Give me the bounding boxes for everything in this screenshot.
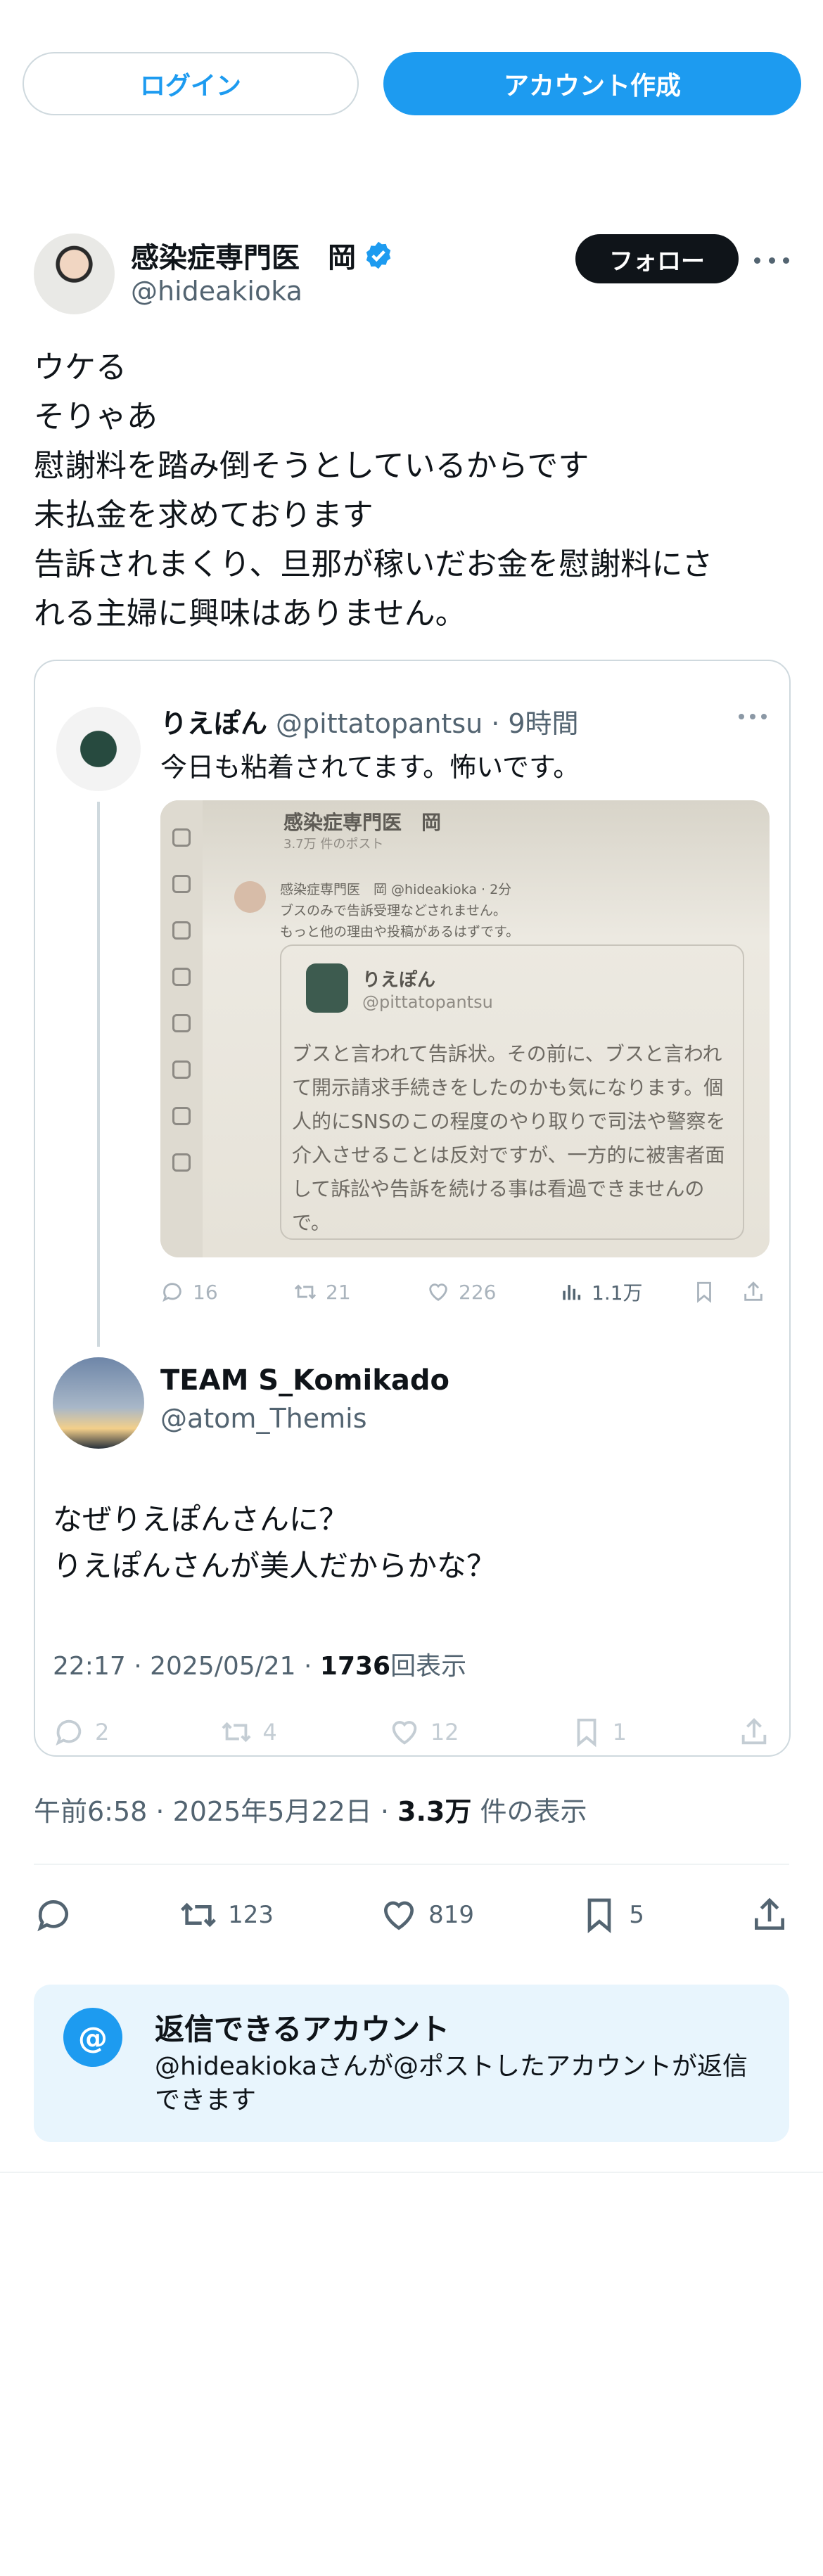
reply-icon	[37, 1900, 68, 1932]
quote2-share-icon[interactable]	[738, 1716, 770, 1748]
reply-button[interactable]	[34, 1895, 73, 1935]
image-line1: 感染症専門医 岡 @hideakioka · 2分	[280, 882, 512, 897]
quote2-reply-stat[interactable]: 2	[53, 1716, 109, 1748]
bookmark-icon	[577, 1718, 596, 1748]
quote2-author-name[interactable]: TEAM S_Komikado	[160, 1364, 449, 1397]
quote2-text: なぜりえぽんさんに？ りえぽんさんが美人だからかな？	[53, 1502, 497, 1583]
image-sidebar-icons	[160, 800, 203, 1257]
post-text: ウケる そりゃあ 慰謝料を踏み倒そうとしているからです 未払金を求めております …	[34, 350, 713, 632]
quote-author-handle[interactable]: @pittatopantsu	[276, 708, 483, 739]
create-account-button[interactable]: アカウント作成	[383, 52, 801, 115]
image-line3: もっと他の理由や投稿があるはずです。	[280, 924, 520, 940]
image-inner-name: りえぽん	[362, 970, 436, 991]
bookmark-count: 5	[629, 1901, 644, 1929]
follow-button[interactable]: フォロー	[575, 234, 739, 283]
views-icon	[563, 1285, 581, 1300]
quote2-author-avatar[interactable]	[53, 1357, 144, 1449]
quote-text: 今日も粘着されてます。怖いです。	[160, 752, 580, 783]
image-inner-avatar	[306, 963, 348, 1013]
heart-icon	[384, 1901, 414, 1930]
reply-icon	[162, 1283, 181, 1302]
quote2-time: 22:17 · 2025/05/21 ·	[53, 1652, 320, 1681]
image-inner-text: ブスと言われて告訴状。その前に、ブスと言われて開示請求手続きをしたのかも気になり…	[292, 1042, 726, 1234]
post-actions-row: 123 819 5	[34, 1890, 789, 1940]
retweet-icon	[294, 1284, 317, 1300]
login-button[interactable]: ログイン	[23, 52, 359, 115]
verified-badge-icon	[366, 241, 391, 269]
retweet-icon	[181, 1902, 217, 1928]
quote2-views-count: 1736	[319, 1652, 391, 1681]
bottom-divider	[0, 2172, 823, 2173]
quote2-retweet-stat[interactable]: 4	[220, 1716, 277, 1748]
heart-icon	[392, 1721, 417, 1745]
quote-time: · 9時間	[491, 708, 579, 739]
retweet-count: 123	[228, 1901, 274, 1929]
quote-retweet-stat[interactable]: 21	[293, 1280, 405, 1304]
quote-author-name[interactable]: りえぽん	[160, 702, 267, 741]
image-line2: ブスのみで告訴受理などされません。	[280, 903, 506, 918]
quote-stats-row: 16 21 226 1.1万	[160, 1274, 770, 1309]
post-views-count: 3.3万	[397, 1796, 472, 1827]
image-subtitle: 3.7万 件のポスト	[283, 837, 384, 852]
author-name-row[interactable]: 感染症専門医 岡	[131, 235, 394, 276]
reply-icon	[56, 1719, 82, 1746]
quote2-like-stat[interactable]: 12	[388, 1716, 459, 1748]
bookmark-icon	[587, 1898, 611, 1933]
author-handle[interactable]: @hideakioka	[131, 276, 302, 307]
heart-icon	[429, 1283, 447, 1302]
quote2-meta: 22:17 · 2025/05/21 · 1736回表示	[53, 1646, 466, 1682]
quote2-author-handle[interactable]: @atom_Themis	[160, 1403, 367, 1434]
bookmark-button[interactable]: 5	[580, 1895, 644, 1935]
post-meta: 午前6:58 · 2025年5月22日 · 3.3万 件の表示	[34, 1790, 587, 1828]
quote-reply-stat[interactable]: 16	[160, 1280, 272, 1304]
image-title: 感染症専門医 岡	[283, 811, 442, 834]
quote-share-icon[interactable]	[741, 1280, 770, 1304]
more-options-icon[interactable]	[754, 246, 789, 274]
like-count: 819	[428, 1901, 475, 1929]
post-time[interactable]: 午前6:58 · 2025年5月22日 ·	[34, 1796, 397, 1827]
reply-restriction-description: @hideakiokaさんが@ポストしたアカウントが返信できます	[155, 2052, 748, 2115]
author-avatar[interactable]	[34, 233, 115, 314]
quote2-actions-row: 2 4 12 1	[53, 1715, 770, 1750]
at-sign-icon: @	[63, 2008, 122, 2067]
image-avatar	[234, 881, 266, 913]
quote-bookmark-icon[interactable]	[692, 1280, 720, 1304]
thread-connector-line	[97, 802, 100, 1347]
reply-restriction-title: 返信できるアカウント	[155, 2012, 450, 2046]
quote2-views-label: 回表示	[390, 1652, 467, 1681]
quote-screenshot-image[interactable]: 感染症専門医 岡 3.7万 件のポスト 感染症専門医 岡 @hideakioka…	[160, 800, 770, 1257]
author-name[interactable]: 感染症専門医 岡	[131, 235, 356, 276]
like-button[interactable]: 819	[379, 1895, 474, 1935]
post-views-label: 件の表示	[471, 1796, 587, 1827]
quote-more-icon[interactable]	[739, 714, 767, 724]
quote2-bookmark-stat[interactable]: 1	[570, 1716, 627, 1748]
retweet-icon	[222, 1722, 251, 1743]
quote-like-stat[interactable]: 226	[426, 1280, 538, 1304]
share-icon	[754, 1897, 784, 1930]
retweet-button[interactable]: 123	[179, 1895, 274, 1935]
share-button[interactable]	[750, 1895, 789, 1935]
quote-header: りえぽん @pittatopantsu · 9時間	[160, 702, 579, 741]
divider	[34, 1864, 789, 1865]
image-inner-quote: りえぽん @pittatopantsu ブスと言われて告訴状。その前に、ブスと言…	[280, 944, 744, 1240]
quote-views-stat[interactable]: 1.1万	[559, 1278, 671, 1306]
image-inner-handle: @pittatopantsu	[362, 992, 493, 1012]
quote-author-avatar[interactable]	[56, 707, 141, 791]
